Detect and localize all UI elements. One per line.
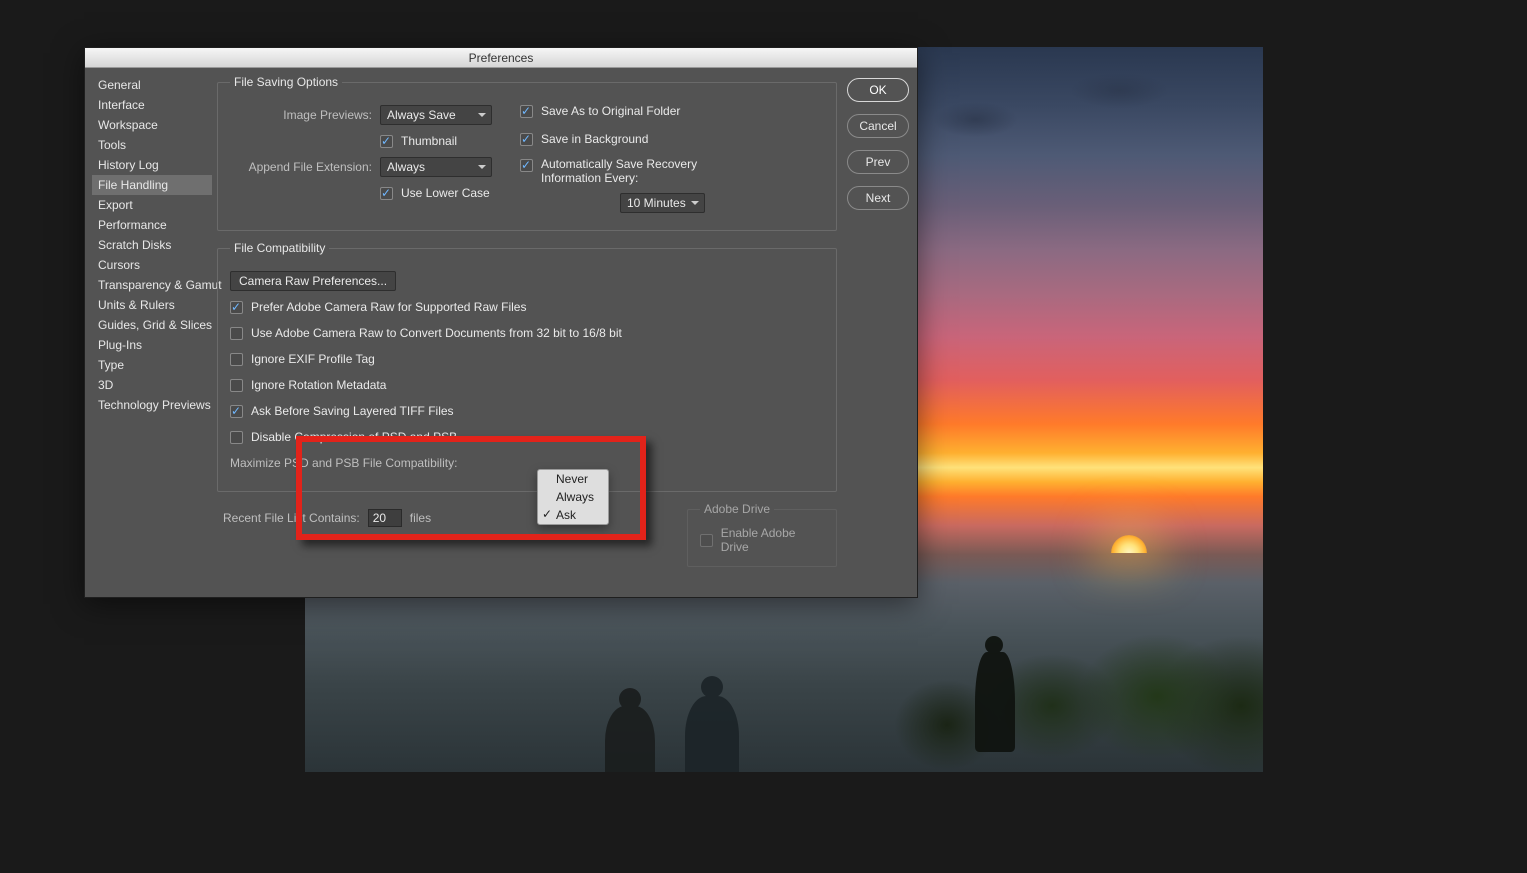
enable-adobe-drive-label: Enable Adobe Drive: [721, 526, 824, 554]
prev-button[interactable]: Prev: [847, 150, 909, 174]
auto-save-interval-select[interactable]: 10 Minutes: [620, 193, 705, 213]
sidebar-item-file-handling[interactable]: File Handling: [92, 175, 212, 195]
append-ext-label: Append File Extension:: [230, 160, 372, 174]
ok-button[interactable]: OK: [847, 78, 909, 102]
use-acr-convert-checkbox[interactable]: [230, 327, 243, 340]
group-legend: Adobe Drive: [700, 502, 774, 516]
group-legend: File Saving Options: [230, 75, 342, 89]
sidebar-item-scratch-disks[interactable]: Scratch Disks: [92, 235, 212, 255]
ignore-exif-checkbox[interactable]: [230, 353, 243, 366]
camera-raw-preferences-button[interactable]: Camera Raw Preferences...: [230, 271, 396, 291]
recent-files-label: Recent File List Contains:: [223, 511, 360, 525]
use-acr-convert-label: Use Adobe Camera Raw to Convert Document…: [251, 326, 622, 340]
thumbnail-checkbox[interactable]: [380, 135, 393, 148]
lower-case-checkbox[interactable]: [380, 187, 393, 200]
sidebar-item-guides-grid-slices[interactable]: Guides, Grid & Slices: [92, 315, 212, 335]
dialog-title: Preferences: [85, 48, 917, 68]
auto-save-checkbox[interactable]: [520, 159, 533, 172]
sidebar-item-transparency-gamut[interactable]: Transparency & Gamut: [92, 275, 212, 295]
sidebar-item-interface[interactable]: Interface: [92, 95, 212, 115]
image-previews-select[interactable]: Always Save: [380, 105, 492, 125]
sidebar-item-cursors[interactable]: Cursors: [92, 255, 212, 275]
dialog-buttons: OK Cancel Prev Next: [847, 78, 909, 210]
ignore-rotation-checkbox[interactable]: [230, 379, 243, 392]
recent-files-input[interactable]: [368, 509, 402, 527]
preferences-content: File Saving Options Image Previews: Alwa…: [217, 75, 837, 567]
prefer-acr-checkbox[interactable]: [230, 301, 243, 314]
group-legend: File Compatibility: [230, 241, 329, 255]
group-file-saving-options: File Saving Options Image Previews: Alwa…: [217, 75, 837, 231]
disable-compress-label: Disable Compression of PSD and PSB: [251, 430, 457, 444]
sidebar-item-3d[interactable]: 3D: [92, 375, 212, 395]
enable-adobe-drive-checkbox: [700, 534, 713, 547]
sidebar-item-technology-previews[interactable]: Technology Previews: [92, 395, 212, 415]
group-file-compatibility: File Compatibility Camera Raw Preference…: [217, 241, 837, 492]
sidebar-item-plug-ins[interactable]: Plug-Ins: [92, 335, 212, 355]
maximize-compat-dropdown-open[interactable]: Never Always Ask: [537, 469, 609, 525]
sidebar-item-performance[interactable]: Performance: [92, 215, 212, 235]
save-as-original-label: Save As to Original Folder: [541, 104, 680, 118]
sidebar-item-type[interactable]: Type: [92, 355, 212, 375]
maximize-option-ask[interactable]: Ask: [538, 506, 608, 524]
ignore-exif-label: Ignore EXIF Profile Tag: [251, 352, 375, 366]
ignore-rotation-label: Ignore Rotation Metadata: [251, 378, 386, 392]
recent-files-suffix: files: [410, 511, 431, 525]
prefer-acr-label: Prefer Adobe Camera Raw for Supported Ra…: [251, 300, 526, 314]
group-adobe-drive: Adobe Drive Enable Adobe Drive: [687, 502, 837, 567]
sidebar-item-tools[interactable]: Tools: [92, 135, 212, 155]
append-ext-select[interactable]: Always: [380, 157, 492, 177]
sidebar-item-export[interactable]: Export: [92, 195, 212, 215]
image-previews-label: Image Previews:: [230, 108, 372, 122]
maximize-option-always[interactable]: Always: [538, 488, 608, 506]
person-silhouette: [685, 696, 739, 772]
maximize-option-never[interactable]: Never: [538, 470, 608, 488]
ask-tiff-checkbox[interactable]: [230, 405, 243, 418]
person-silhouette: [605, 706, 655, 772]
category-sidebar: General Interface Workspace Tools Histor…: [92, 75, 212, 590]
save-in-background-label: Save in Background: [541, 132, 648, 146]
save-as-original-checkbox[interactable]: [520, 105, 533, 118]
sidebar-item-units-rulers[interactable]: Units & Rulers: [92, 295, 212, 315]
next-button[interactable]: Next: [847, 186, 909, 210]
foliage-silhouette: [863, 592, 1263, 772]
sidebar-item-general[interactable]: General: [92, 75, 212, 95]
cancel-button[interactable]: Cancel: [847, 114, 909, 138]
ask-tiff-label: Ask Before Saving Layered TIFF Files: [251, 404, 454, 418]
lower-case-label: Use Lower Case: [401, 186, 490, 200]
preferences-dialog: Preferences General Interface Workspace …: [84, 47, 918, 598]
auto-save-label: Automatically Save Recovery Information …: [541, 157, 721, 185]
person-silhouette: [975, 652, 1015, 752]
maximize-compat-label: Maximize PSD and PSB File Compatibility:: [230, 456, 457, 470]
thumbnail-label: Thumbnail: [401, 134, 457, 148]
save-in-background-checkbox[interactable]: [520, 133, 533, 146]
disable-compress-checkbox[interactable]: [230, 431, 243, 444]
sun-glow: [1111, 535, 1147, 553]
sidebar-item-workspace[interactable]: Workspace: [92, 115, 212, 135]
sidebar-item-history-log[interactable]: History Log: [92, 155, 212, 175]
